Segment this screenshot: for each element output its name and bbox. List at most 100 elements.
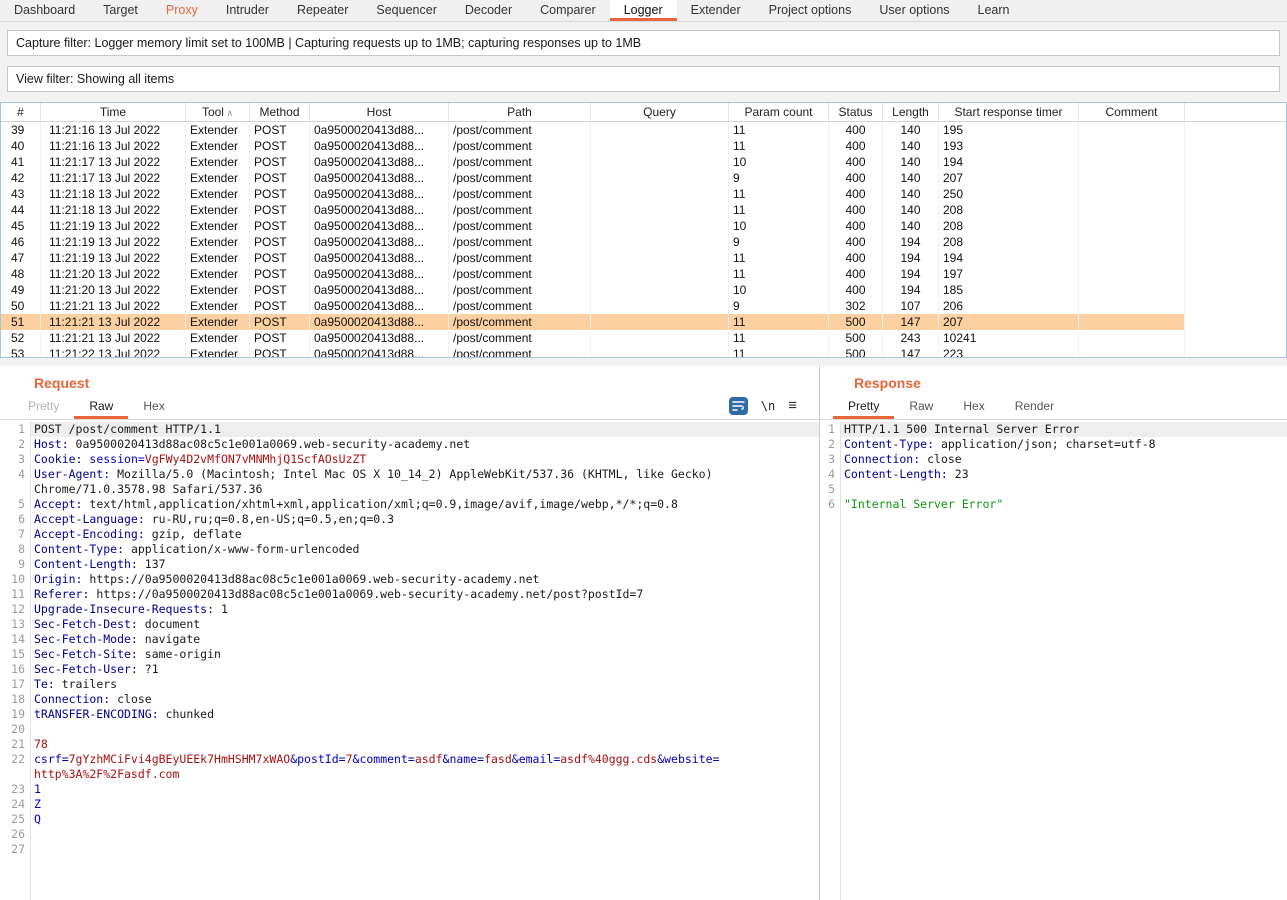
line-text: Accept-Encoding: gzip, deflate [30,527,242,542]
column-header-query[interactable]: Query [591,103,729,121]
menu-tab-target[interactable]: Target [89,0,152,21]
column-header-tool[interactable]: Tool ∧ [186,103,250,121]
table-row[interactable]: 4011:21:16 13 Jul 2022ExtenderPOST0a9500… [1,138,1286,154]
table-row[interactable]: 4611:21:19 13 Jul 2022ExtenderPOST0a9500… [1,234,1286,250]
line-text: Te: trailers [30,677,117,692]
table-row[interactable]: 4811:21:20 13 Jul 2022ExtenderPOST0a9500… [1,266,1286,282]
cell-path: /post/comment [449,218,591,234]
cell-length: 140 [883,186,939,202]
column-header-method[interactable]: Method [250,103,310,121]
menu-tab-dashboard[interactable]: Dashboard [0,0,89,21]
line-number: 1 [820,422,840,437]
request-panel: Request PrettyRawHex [0,366,819,900]
cell-timer: 206 [939,298,1079,314]
table-row[interactable]: 4111:21:17 13 Jul 2022ExtenderPOST0a9500… [1,154,1286,170]
cell-query [591,234,729,250]
table-row[interactable]: 4211:21:17 13 Jul 2022ExtenderPOST0a9500… [1,170,1286,186]
menu-tab-sequencer[interactable]: Sequencer [362,0,450,21]
cell-query [591,202,729,218]
cell-filler [1185,154,1286,170]
line-text: User-Agent: Mozilla/5.0 (Macintosh; Inte… [30,467,713,482]
newline-chars-icon[interactable]: \n [761,399,775,413]
wrap-toggle-icon[interactable] [729,397,748,415]
cell-path: /post/comment [449,186,591,202]
request-tab-hex[interactable]: Hex [128,396,179,419]
cell-method: POST [250,234,310,250]
cell-tool: Extender [186,202,250,218]
line-number: 6 [820,497,840,512]
table-row[interactable]: 3911:21:16 13 Jul 2022ExtenderPOST0a9500… [1,122,1286,138]
line-number: 14 [0,632,30,647]
column-header-num[interactable]: # [1,103,41,121]
editor-line: 4Content-Length: 23 [820,467,1287,482]
cell-filler [1185,138,1286,154]
menu-tab-extender[interactable]: Extender [677,0,755,21]
editor-line: 1HTTP/1.1 500 Internal Server Error [820,422,1287,437]
response-tab-raw[interactable]: Raw [894,396,948,419]
menu-tab-project-options[interactable]: Project options [755,0,866,21]
menu-tab-comparer[interactable]: Comparer [526,0,610,21]
table-row[interactable]: 4311:21:18 13 Jul 2022ExtenderPOST0a9500… [1,186,1286,202]
line-number: 5 [0,497,30,512]
cell-length: 140 [883,122,939,138]
request-tab-pretty[interactable]: Pretty [13,396,74,419]
table-row[interactable]: 4511:21:19 13 Jul 2022ExtenderPOST0a9500… [1,218,1286,234]
request-panel-title: Request [34,375,819,396]
cell-time: 11:21:17 13 Jul 2022 [41,154,186,170]
column-header-comment[interactable]: Comment [1079,103,1185,121]
menu-tab-proxy[interactable]: Proxy [152,0,212,21]
column-header-timer[interactable]: Start response timer [939,103,1079,121]
cell-comment [1079,266,1185,282]
cell-time: 11:21:18 13 Jul 2022 [41,202,186,218]
cell-length: 147 [883,314,939,330]
column-header-path[interactable]: Path [449,103,591,121]
cell-num: 46 [1,234,41,250]
cell-host: 0a9500020413d88... [310,266,449,282]
column-header-length[interactable]: Length [883,103,939,121]
line-text: Content-Length: 23 [840,467,969,482]
line-number: 25 [0,812,30,827]
table-row[interactable]: 5011:21:21 13 Jul 2022ExtenderPOST0a9500… [1,298,1286,314]
cell-status: 400 [829,154,883,170]
column-header-time[interactable]: Time [41,103,186,121]
line-number: 6 [0,512,30,527]
column-header-host[interactable]: Host [310,103,449,121]
table-row[interactable]: 4711:21:19 13 Jul 2022ExtenderPOST0a9500… [1,250,1286,266]
line-text: Content-Type: application/json; charset=… [840,437,1156,452]
line-text: Cookie: session=VgFWy4D2vMfON7vMNMhjQ1Sc… [30,452,366,467]
table-row[interactable]: 5111:21:21 13 Jul 2022ExtenderPOST0a9500… [1,314,1286,330]
cell-status: 400 [829,170,883,186]
table-row[interactable]: 5211:21:21 13 Jul 2022ExtenderPOST0a9500… [1,330,1286,346]
editor-menu-icon[interactable]: ≡ [788,400,797,412]
response-tab-pretty[interactable]: Pretty [833,396,894,419]
cell-num: 44 [1,202,41,218]
menu-tab-user-options[interactable]: User options [865,0,963,21]
cell-path: /post/comment [449,234,591,250]
column-header-status[interactable]: Status [829,103,883,121]
cell-status: 400 [829,186,883,202]
column-header-params[interactable]: Param count [729,103,829,121]
request-editor[interactable]: 1POST /post/comment HTTP/1.12Host: 0a950… [0,422,819,900]
capture-filter-bar[interactable]: Capture filter: Logger memory limit set … [7,30,1280,56]
view-filter-text: View filter: Showing all items [16,72,174,86]
menu-tab-learn[interactable]: Learn [964,0,1024,21]
view-filter-bar[interactable]: View filter: Showing all items [7,66,1280,92]
cell-params: 9 [729,170,829,186]
request-tab-raw[interactable]: Raw [74,396,128,419]
response-tab-hex[interactable]: Hex [948,396,999,419]
response-editor[interactable]: 1HTTP/1.1 500 Internal Server Error2Cont… [820,422,1287,900]
table-row[interactable]: 4411:21:18 13 Jul 2022ExtenderPOST0a9500… [1,202,1286,218]
cell-host: 0a9500020413d88... [310,154,449,170]
cell-comment [1079,218,1185,234]
table-row[interactable]: 5311:21:22 13 Jul 2022ExtenderPOST0a9500… [1,346,1286,357]
menu-tab-logger[interactable]: Logger [610,0,677,21]
cell-timer: 208 [939,234,1079,250]
menu-tab-intruder[interactable]: Intruder [212,0,283,21]
menu-tab-repeater[interactable]: Repeater [283,0,362,21]
line-number: 18 [0,692,30,707]
cell-status: 302 [829,298,883,314]
response-tab-render[interactable]: Render [1000,396,1069,419]
menu-tab-decoder[interactable]: Decoder [451,0,526,21]
table-row[interactable]: 4911:21:20 13 Jul 2022ExtenderPOST0a9500… [1,282,1286,298]
line-number: 10 [0,572,30,587]
